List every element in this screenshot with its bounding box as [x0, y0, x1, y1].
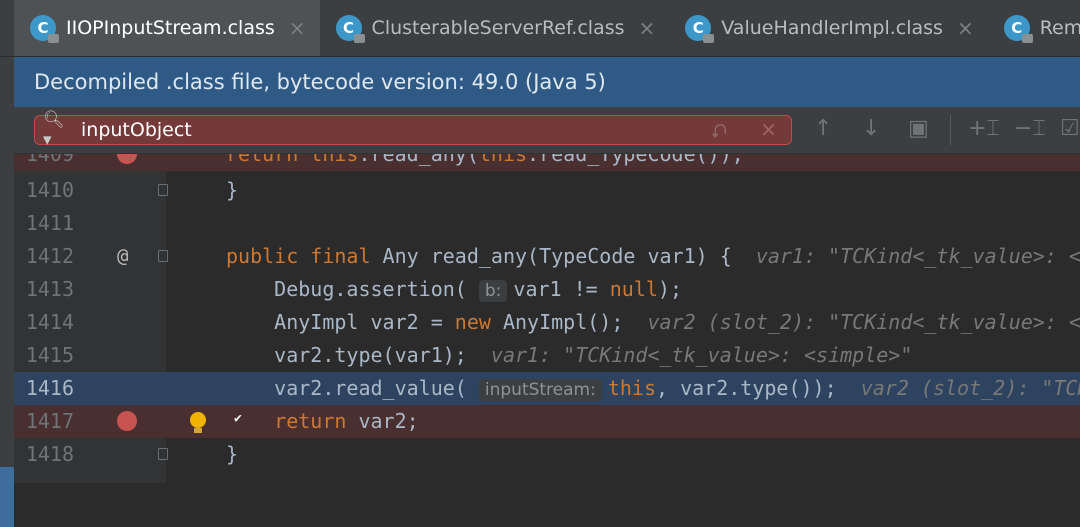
- line-number: 1412: [25, 244, 74, 268]
- code-text: Debug.assertion( b: var1 != null);: [274, 277, 682, 302]
- tab-label: IIOPInputStream.class: [66, 17, 275, 39]
- clear-search-icon[interactable]: ×: [760, 117, 777, 141]
- inline-debug-value: var2 (slot_2): "TCKind<_tk_value>: <simp…: [860, 376, 1080, 400]
- line-number: 1413: [25, 277, 74, 301]
- newline-toggle-icon[interactable]: ⮏: [711, 117, 727, 151]
- tab-label: ValueHandlerImpl.class: [721, 17, 943, 39]
- remove-occurrence-icon[interactable]: −⌶: [1014, 116, 1046, 141]
- java-class-icon: C: [30, 15, 59, 43]
- search-icon[interactable]: 🔍︎▾: [43, 110, 73, 150]
- search-field[interactable]: 🔍︎▾ ⮏ ×: [34, 110, 792, 150]
- line-number: 1409: [25, 154, 74, 166]
- code-line[interactable]: 1412 @ public final Any read_any(TypeCod…: [14, 240, 1080, 273]
- current-execution-line[interactable]: 1416 var2.read_value( inputStream: this, …: [14, 372, 1080, 405]
- fold-marker-icon[interactable]: [158, 184, 168, 196]
- code-line[interactable]: 1409 return this.read_any(this.read_Type…: [14, 154, 1080, 171]
- line-number: 1417: [25, 409, 74, 433]
- code-line[interactable]: 1414 AnyImpl var2 = new AnyImpl(); var2 …: [14, 306, 1080, 339]
- close-icon[interactable]: ×: [957, 16, 974, 40]
- tab-label: ClusterableServerRef.class: [371, 17, 625, 39]
- previous-occurrence-icon[interactable]: ↑: [814, 116, 832, 141]
- code-line[interactable]: 1415 var2.type(var1); var1: "TCKind<_tk_…: [14, 339, 1080, 372]
- breakpoint-icon[interactable]: [117, 154, 137, 164]
- java-class-icon: C: [1003, 15, 1033, 43]
- line-number: 1416: [25, 376, 74, 400]
- find-toolbar: 🔍︎▾ ⮏ × ↑ ↓ ▣ +⌶ −⌶ ☑: [14, 107, 1080, 154]
- toggle-select-icon[interactable]: ☑: [1060, 116, 1080, 141]
- add-occurrence-icon[interactable]: +⌶: [968, 116, 1000, 141]
- java-class-icon: C: [685, 15, 715, 43]
- code-line[interactable]: 1418 }: [14, 438, 1080, 471]
- tab-valuehandlerimpl[interactable]: C ValueHandlerImpl.class ×: [669, 0, 987, 56]
- annotation-marker-icon: @: [117, 245, 129, 267]
- editor-tab-bar: C IIOPInputStream.class × C ClusterableS…: [0, 0, 1080, 57]
- code-line[interactable]: 1413 Debug.assertion( b: var1 != null);: [14, 273, 1080, 306]
- code-text: var2.type(var1); var1: "TCKind<_tk_value…: [274, 343, 913, 367]
- line-number: 1410: [25, 178, 74, 202]
- select-all-occurrences-icon[interactable]: ▣: [908, 116, 929, 141]
- code-text: }: [226, 442, 239, 466]
- code-text: return this.read_any(this.read_TypeCode(…: [226, 154, 744, 166]
- code-text: return var2;: [274, 409, 419, 433]
- code-line[interactable]: 1411: [14, 207, 1080, 240]
- code-text: }: [226, 178, 239, 202]
- line-number: 1415: [25, 343, 74, 367]
- code-text: var2.read_value( inputStream: this, var2.…: [226, 372, 1080, 407]
- lightbulb-icon[interactable]: [190, 412, 206, 433]
- line-number: 1411: [25, 211, 74, 235]
- line-number: 1418: [25, 442, 74, 466]
- verified-breakpoint-icon[interactable]: ✔: [117, 411, 242, 431]
- left-tool-strip: [0, 57, 14, 527]
- code-line[interactable]: 1410 }: [14, 174, 1080, 207]
- code-text: AnyImpl var2 = new AnyImpl(); var2 (slot…: [226, 306, 1080, 339]
- java-class-icon: C: [335, 15, 365, 43]
- tab-clusterableserverref[interactable]: C ClusterableServerRef.class ×: [320, 0, 670, 56]
- close-icon[interactable]: ×: [289, 16, 306, 40]
- inline-debug-value: var1: "TCKind<_tk_value>: <simple>": [490, 343, 913, 367]
- search-input[interactable]: [73, 119, 681, 141]
- tab-label: Remo: [1039, 17, 1080, 39]
- line-number: 1414: [25, 310, 74, 334]
- close-icon[interactable]: ×: [639, 16, 656, 40]
- decompiled-banner: Decompiled .class file, bytecode version…: [14, 57, 1080, 107]
- next-occurrence-icon[interactable]: ↓: [862, 116, 880, 141]
- tab-iiopinputstream[interactable]: C IIOPInputStream.class ×: [14, 0, 320, 56]
- parameter-hint: b:: [478, 280, 508, 302]
- inline-debug-value: var1: "TCKind<_tk_value>: <simple>": [755, 244, 1080, 268]
- inline-debug-value: var2 (slot_2): "TCKind<_tk_value>: <simp…: [647, 310, 1080, 334]
- code-text: public final Any read_any(TypeCode var1)…: [226, 240, 1080, 273]
- code-editor[interactable]: 1409 return this.read_any(this.read_Type…: [14, 154, 1080, 483]
- parameter-hint: inputStream:: [478, 379, 602, 401]
- fold-marker-icon[interactable]: [158, 448, 168, 460]
- tab-remo[interactable]: C Remo: [988, 0, 1080, 56]
- code-line[interactable]: 1417 ✔ return var2;: [14, 405, 1080, 438]
- banner-text: Decompiled .class file, bytecode version…: [34, 70, 606, 94]
- fold-marker-icon[interactable]: [158, 250, 168, 262]
